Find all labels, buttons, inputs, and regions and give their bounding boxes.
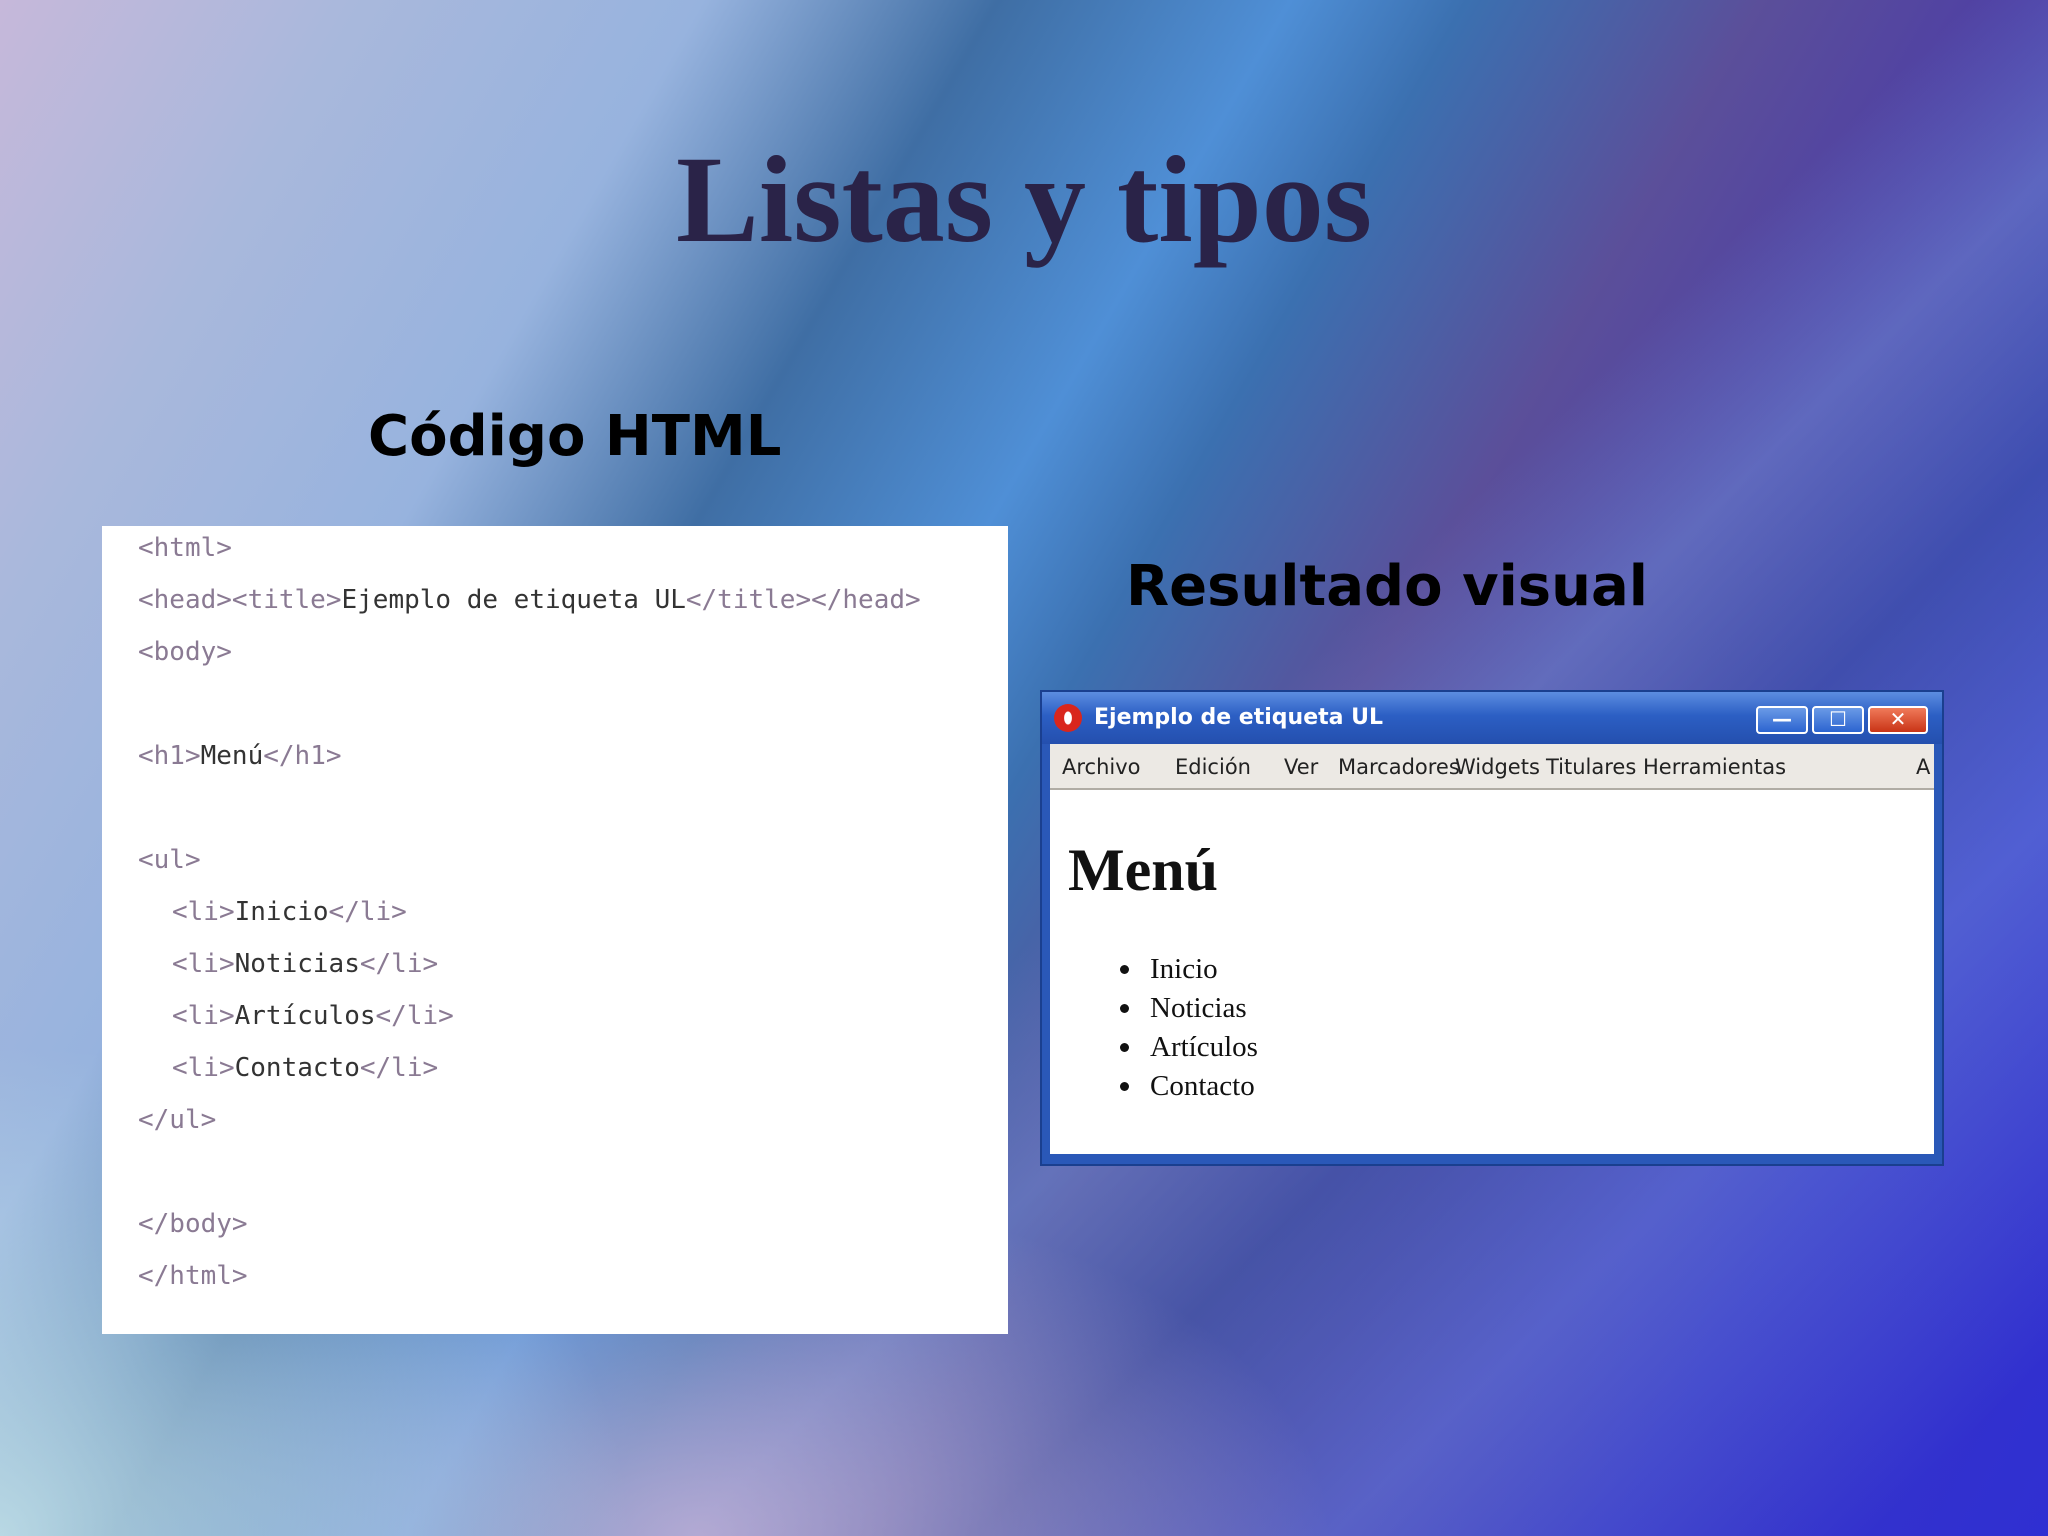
- list-item: Noticias: [1118, 989, 1258, 1028]
- code-line: <li>Contacto</li>: [172, 1048, 438, 1088]
- code-section-label: Código HTML: [368, 404, 782, 469]
- visual-section-label: Resultado visual: [1126, 554, 1648, 619]
- list-item-label: Inicio: [1150, 953, 1218, 985]
- code-line: </body>: [138, 1204, 248, 1244]
- bullet-icon: [1120, 1004, 1129, 1013]
- window-title: Ejemplo de etiqueta UL: [1094, 705, 1384, 730]
- code-tag: <li>: [172, 949, 235, 979]
- menu-item-widgets[interactable]: Widgets: [1455, 754, 1540, 780]
- code-tag: </html>: [138, 1261, 248, 1291]
- page-list: Inicio Noticias Artículos Contacto: [1118, 950, 1258, 1106]
- menu-item-titulares[interactable]: Titulares: [1546, 754, 1636, 780]
- list-item: Artículos: [1118, 1028, 1258, 1067]
- code-line: <li>Inicio</li>: [172, 892, 407, 932]
- menu-item-herramientas[interactable]: Herramientas: [1643, 754, 1786, 780]
- list-item-label: Contacto: [1150, 1070, 1255, 1102]
- code-tag: </li>: [375, 1001, 454, 1031]
- code-line: </html>: [138, 1256, 248, 1296]
- code-line: <ul>: [138, 840, 201, 880]
- bullet-icon: [1120, 1082, 1129, 1091]
- bullet-icon: [1120, 965, 1129, 974]
- code-line: <li>Noticias</li>: [172, 944, 438, 984]
- code-line: <html>: [138, 528, 232, 568]
- minimize-button[interactable]: —: [1756, 706, 1808, 734]
- code-tag: </title></head>: [685, 585, 921, 615]
- window-titlebar[interactable]: Ejemplo de etiqueta UL — ☐ ✕: [1042, 692, 1942, 744]
- code-tag: <h1>: [138, 741, 201, 771]
- menu-item-edición[interactable]: Edición: [1175, 754, 1251, 780]
- page-content: Menú Inicio Noticias Artículos Contacto: [1050, 790, 1934, 1154]
- code-text: Noticias: [234, 949, 360, 979]
- code-panel: <html> <head><title>Ejemplo de etiqueta U…: [102, 526, 1008, 1334]
- opera-logo-icon: [1054, 704, 1082, 732]
- slide-title: Listas y tipos: [676, 131, 1372, 268]
- menu-bar: Archivo Edición Ver Marcadores Widgets Titula…: [1050, 744, 1934, 790]
- code-tag: <ul>: [138, 845, 201, 875]
- code-line: <head><title>Ejemplo de etiqueta UL</tit…: [138, 580, 921, 620]
- code-line: <h1>Menú</h1>: [138, 736, 342, 776]
- code-text: Inicio: [234, 897, 329, 927]
- code-text: Contacto: [234, 1053, 360, 1083]
- maximize-button[interactable]: ☐: [1812, 706, 1864, 734]
- code-tag: </h1>: [263, 741, 342, 771]
- code-tag: </body>: [138, 1209, 248, 1239]
- list-item: Inicio: [1118, 950, 1258, 989]
- code-line: <body>: [138, 632, 232, 672]
- code-line: </ul>: [138, 1100, 216, 1140]
- menu-item-ver[interactable]: Ver: [1284, 754, 1318, 780]
- code-tag: </ul>: [138, 1105, 217, 1135]
- code-tag: <li>: [172, 897, 235, 927]
- page-heading: Menú: [1068, 837, 1218, 903]
- code-text: Menú: [200, 741, 264, 771]
- menu-item-archivo[interactable]: Archivo: [1062, 754, 1141, 780]
- code-line: <li>Artículos</li>: [172, 996, 454, 1036]
- list-item-label: Noticias: [1150, 992, 1247, 1024]
- code-text: Ejemplo de etiqueta UL: [341, 585, 686, 615]
- code-tag: </li>: [359, 949, 439, 979]
- list-item-label: Artículos: [1150, 1031, 1258, 1063]
- code-tag: </li>: [328, 897, 407, 927]
- menu-item-marcadores[interactable]: Marcadores: [1338, 754, 1460, 780]
- list-item: Contacto: [1118, 1067, 1258, 1106]
- code-tag: <li>: [172, 1053, 235, 1083]
- code-tag: <body>: [138, 637, 232, 667]
- browser-window: Ejemplo de etiqueta UL — ☐ ✕ Archivo Edic…: [1040, 690, 1944, 1166]
- code-tag: <li>: [172, 1001, 235, 1031]
- bullet-icon: [1120, 1043, 1129, 1052]
- code-text: Artículos: [234, 1001, 376, 1031]
- menu-item-a[interactable]: A: [1916, 754, 1930, 780]
- code-tag: <html>: [138, 533, 232, 563]
- code-tag: </li>: [359, 1053, 439, 1083]
- code-tag: <head><title>: [138, 585, 342, 615]
- close-button[interactable]: ✕: [1868, 706, 1928, 734]
